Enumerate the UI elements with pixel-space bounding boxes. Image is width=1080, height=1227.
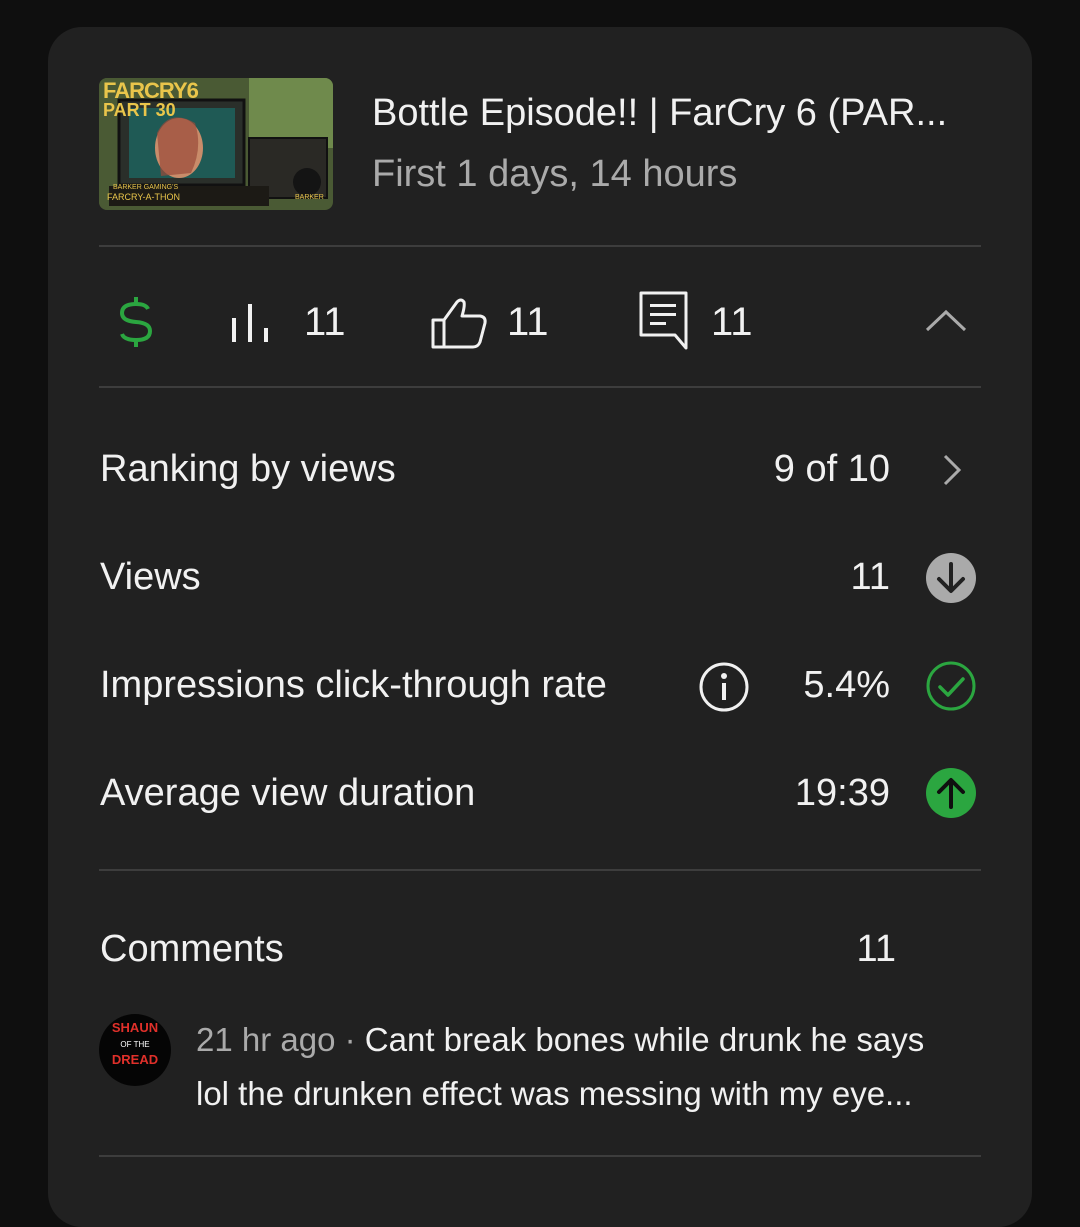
comments-section-count: 11: [856, 928, 896, 970]
ctr-label: Impressions click-through rate: [100, 664, 607, 706]
dollar-icon: [119, 297, 153, 347]
divider: [99, 1155, 981, 1157]
avd-value: 19:39: [794, 772, 890, 814]
comment-item[interactable]: 21 hr ago · Cant break bones while drunk…: [196, 1013, 986, 1067]
ctr-value: 5.4%: [803, 664, 890, 706]
collapse-button[interactable]: [924, 306, 968, 334]
avatar-text-line3: DREAD: [111, 1052, 159, 1067]
video-time-range: First 1 days, 14 hours: [372, 153, 738, 195]
thumbnail-part: PART 30: [103, 100, 176, 120]
arrow-down-circle-icon: [925, 552, 977, 604]
avatar[interactable]: SHAUN OF THE DREAD: [99, 1014, 171, 1086]
info-button[interactable]: [698, 661, 750, 713]
video-title[interactable]: Bottle Episode!! | FarCry 6 (PAR...: [372, 92, 984, 135]
chevron-right-icon: [940, 452, 964, 488]
video-thumbnail[interactable]: FARCRY6 PART 30 BARKER GAMING'S FARCRY-A…: [99, 78, 333, 210]
thumbnail-caption-top: BARKER GAMING'S: [113, 184, 179, 191]
arrow-up-circle-icon: [925, 767, 977, 819]
views-label: Views: [100, 556, 201, 598]
thumbnail-badge: BARKER: [295, 194, 324, 201]
views-count: 11: [304, 300, 346, 344]
views-value: 11: [850, 556, 890, 598]
comments-count: 11: [711, 300, 753, 344]
comment-time: 21 hr ago: [196, 1021, 336, 1058]
divider: [99, 245, 981, 247]
avd-label: Average view duration: [100, 772, 476, 814]
comment-text-line1: Cant break bones while drunk he says: [364, 1021, 925, 1058]
revenue-button[interactable]: [116, 294, 156, 350]
likes-count: 11: [507, 300, 549, 344]
avatar-text-line1: SHAUN: [111, 1020, 159, 1035]
comment-separator: ·: [335, 1021, 365, 1058]
divider: [99, 386, 981, 388]
check-circle-icon: [925, 660, 977, 712]
ranking-label: Ranking by views: [100, 448, 396, 490]
divider: [99, 869, 981, 871]
chevron-up-icon: [925, 309, 967, 332]
comment-icon: [638, 290, 690, 352]
comments-section-label: Comments: [100, 928, 284, 970]
thumbnail-caption-bottom: FARCRY-A-THON: [107, 192, 181, 202]
avatar-text-line2: OF THE: [120, 1040, 150, 1049]
ranking-value: 9 of 10: [773, 448, 890, 490]
views-icon: [230, 300, 280, 344]
like-icon: [430, 296, 488, 350]
info-icon: [699, 662, 749, 712]
comment-text-line2: lol the drunken effect was messing with …: [196, 1075, 913, 1112]
